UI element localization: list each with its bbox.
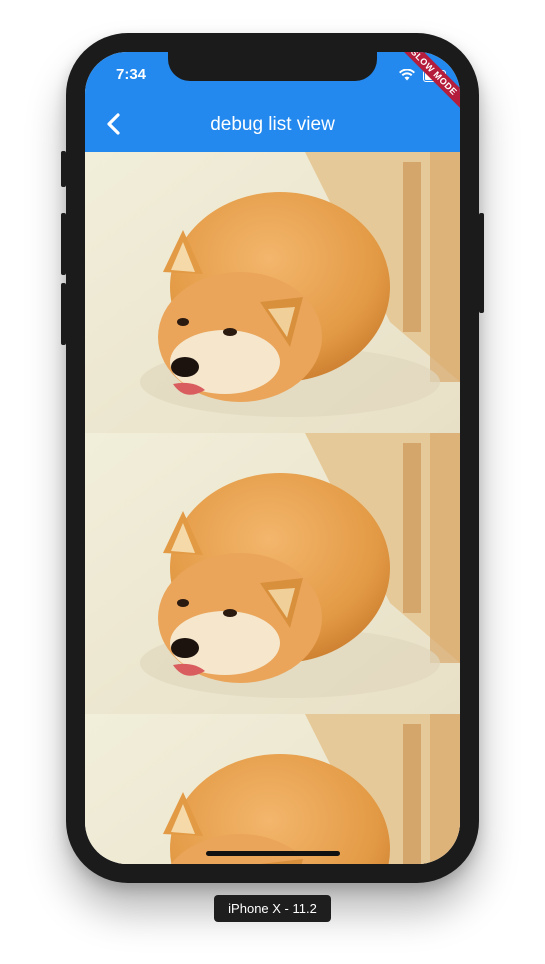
screen: 7:34 debug list view SLOW MODE xyxy=(85,52,460,864)
phone-frame: 7:34 debug list view SLOW MODE xyxy=(61,33,484,883)
list-item[interactable] xyxy=(85,714,460,864)
volume-down-button xyxy=(61,283,66,345)
device-label: iPhone X - 11.2 xyxy=(214,895,331,922)
notch xyxy=(168,52,377,81)
mute-switch xyxy=(61,151,66,187)
home-indicator[interactable] xyxy=(206,851,340,856)
shiba-photo xyxy=(85,433,460,714)
list-item[interactable] xyxy=(85,152,460,433)
page-title: debug list view xyxy=(210,114,335,135)
list-item[interactable] xyxy=(85,433,460,714)
power-button xyxy=(479,213,484,313)
shiba-photo xyxy=(85,152,460,433)
wifi-icon xyxy=(399,69,415,81)
app-bar: 7:34 debug list view SLOW MODE xyxy=(85,52,460,152)
status-time: 7:34 xyxy=(116,66,147,83)
image-list[interactable] xyxy=(85,152,460,864)
shiba-photo xyxy=(85,714,460,864)
slow-mode-banner: SLOW MODE xyxy=(389,52,460,117)
volume-up-button xyxy=(61,213,66,275)
